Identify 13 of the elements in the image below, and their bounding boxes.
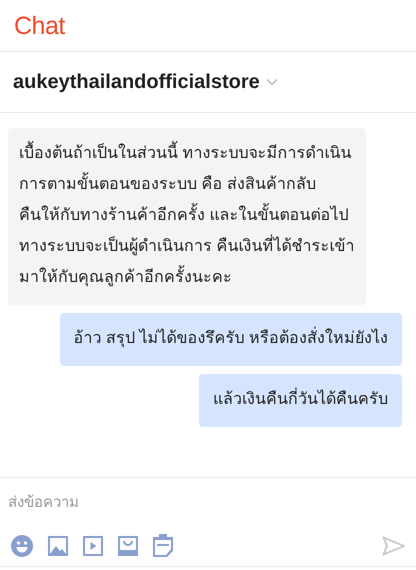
- sent-message: แล้วเงินคืนกี่วันได้คืนครับ: [199, 374, 402, 427]
- received-message: เบื้องต้นถ้าเป็นในส่วนนี้ ทางระบบจะมีการดำเนินการตามขั้นตอนของระบบ คือ ส่งสินค้ากลับคืนให้กับทางร้านค้าอีกครั้ง และในขั้นตอนต่อไปทางระบบจะเป็นผู้ดำเนินการ คืนเงินที่ได้ชำระเข้ามาให้กับคุณลูกค้าอีกครั้งนะคะ: [8, 128, 366, 305]
- video-icon[interactable]: [82, 535, 104, 557]
- send-icon[interactable]: [382, 536, 406, 556]
- message-field[interactable]: ส่งข้อความ: [0, 478, 416, 526]
- emoji-icon[interactable]: [10, 534, 34, 558]
- bag-icon[interactable]: [117, 535, 139, 557]
- image-icon[interactable]: [47, 535, 69, 557]
- caret-icon[interactable]: [266, 78, 278, 86]
- sent-message: อ้าว สรุป ไม่ได้ของรึครับ หรือต้องสั่งใหม่ยังไง: [60, 313, 402, 366]
- store-name: aukeythailandofficialstore: [13, 70, 260, 95]
- chat-title: Chat: [14, 11, 66, 42]
- note-icon[interactable]: [152, 534, 174, 558]
